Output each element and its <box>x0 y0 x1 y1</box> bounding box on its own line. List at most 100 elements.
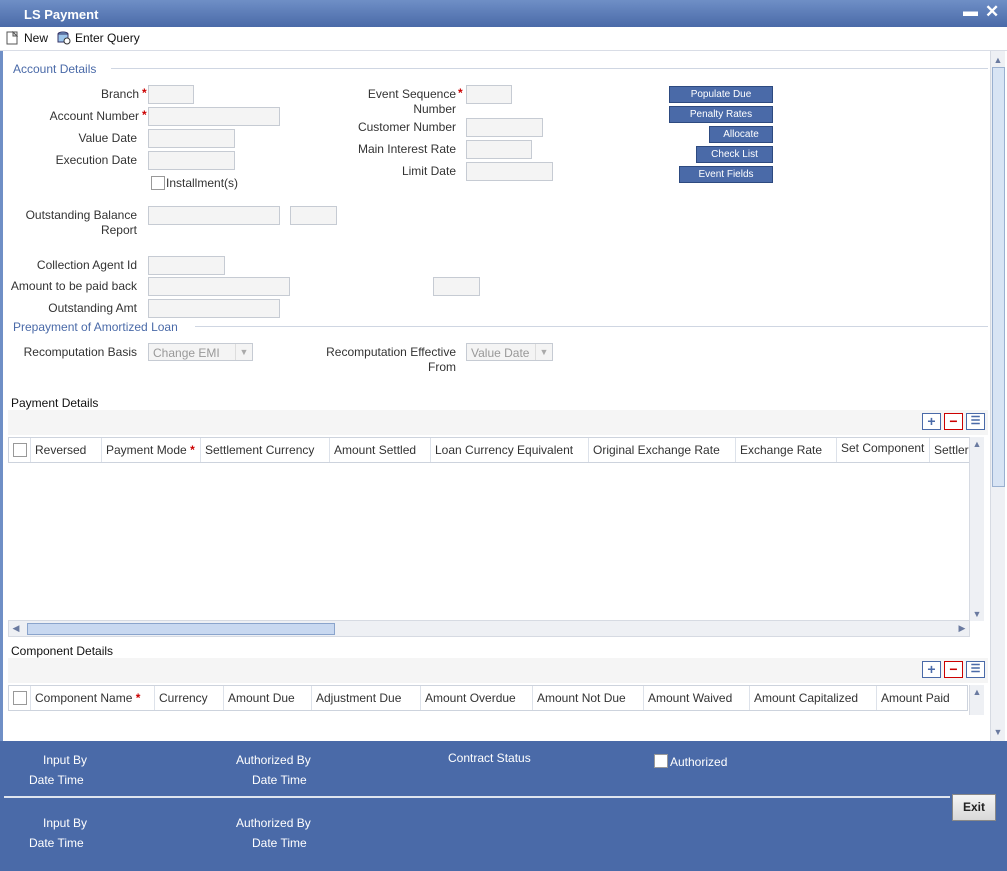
column-header[interactable]: Settler <box>930 438 972 462</box>
effective-from-label-2: From <box>428 360 456 374</box>
date-time-label: Date Time <box>252 773 307 787</box>
scroll-down-icon[interactable]: ▼ <box>991 725 1005 739</box>
required-mark: * <box>458 86 463 100</box>
main-interest-rate-label: Main Interest Rate <box>357 142 456 156</box>
scroll-up-icon[interactable]: ▲ <box>991 53 1005 67</box>
event-fields-button[interactable]: Event Fields <box>679 166 773 183</box>
allocate-button[interactable]: Allocate <box>709 126 773 143</box>
amount-paid-back-ccy-field[interactable] <box>433 277 480 296</box>
close-icon[interactable]: ✕ <box>985 2 999 22</box>
new-button[interactable]: New <box>24 31 48 45</box>
column-header[interactable]: Component Name * <box>31 686 155 710</box>
scroll-up-icon[interactable]: ▲ <box>970 437 984 451</box>
scroll-left-icon[interactable]: ◀ <box>9 621 23 635</box>
scroll-thumb[interactable] <box>992 67 1005 487</box>
plus-icon[interactable]: + <box>922 661 941 678</box>
scroll-thumb[interactable] <box>27 623 335 635</box>
column-header[interactable]: Reversed <box>31 438 102 462</box>
prepayment-title: Prepayment of Amortized Loan <box>13 320 178 334</box>
effective-from-select[interactable]: Value Date ▼ <box>466 343 553 361</box>
value-date-label: Value Date <box>78 131 137 145</box>
customer-number-field[interactable] <box>466 118 543 137</box>
outstanding-balance-ccy-field[interactable] <box>290 206 337 225</box>
authorized-by-label: Authorized By <box>236 816 311 830</box>
check-list-button[interactable]: Check List <box>696 146 773 163</box>
main-form: Account Details Branch * Account Number … <box>0 51 1007 741</box>
chevron-down-icon: ▼ <box>235 344 252 360</box>
outstanding-amt-field[interactable] <box>148 299 280 318</box>
date-time-label: Date Time <box>29 836 84 850</box>
scroll-up-icon[interactable]: ▲ <box>970 685 984 699</box>
list-view-icon[interactable]: ☰ <box>966 413 985 430</box>
minimize-icon[interactable]: ▬ <box>963 3 978 20</box>
collection-agent-label: Collection Agent Id <box>36 258 137 272</box>
column-header[interactable]: Original Exchange Rate <box>589 438 736 462</box>
limit-date-label: Limit Date <box>401 164 456 178</box>
select-all-checkbox[interactable] <box>13 691 27 705</box>
recomputation-basis-value: Change EMI <box>153 346 220 360</box>
minus-icon[interactable]: − <box>944 661 963 678</box>
column-header[interactable]: Amount Waived <box>644 686 750 710</box>
list-view-icon[interactable]: ☰ <box>966 661 985 678</box>
component-grid-header: Component Name * Currency Amount Due Adj… <box>8 685 968 711</box>
account-number-label: Account Number <box>49 109 139 123</box>
branch-label: Branch <box>100 87 139 101</box>
column-header[interactable]: Amount Due <box>224 686 312 710</box>
column-header[interactable]: Currency <box>155 686 224 710</box>
main-interest-rate-field[interactable] <box>466 140 532 159</box>
column-header[interactable]: Set Component <box>837 438 930 462</box>
minus-icon[interactable]: − <box>944 413 963 430</box>
window-title: LS Payment <box>24 7 99 22</box>
title-bar: LS Payment ▬ ✕ <box>0 0 1007 27</box>
exit-button[interactable]: Exit <box>952 794 996 821</box>
column-header[interactable]: Exchange Rate <box>736 438 837 462</box>
new-document-icon[interactable] <box>6 30 19 48</box>
select-all-checkbox[interactable] <box>13 443 27 457</box>
authorized-checkbox[interactable] <box>654 754 668 768</box>
column-header[interactable]: Amount Paid <box>877 686 967 710</box>
execution-date-field[interactable] <box>148 151 235 170</box>
account-details-title: Account Details <box>13 62 97 76</box>
branch-field[interactable] <box>148 85 194 104</box>
toolbar: New Enter Query <box>0 27 1007 51</box>
plus-icon[interactable]: + <box>922 413 941 430</box>
column-header[interactable]: Amount Not Due <box>533 686 644 710</box>
recomputation-basis-select[interactable]: Change EMI ▼ <box>148 343 253 361</box>
column-header[interactable]: Payment Mode * <box>102 438 201 462</box>
payment-grid-vscroll[interactable]: ▲ ▼ <box>969 437 984 621</box>
enter-query-button[interactable]: Enter Query <box>75 31 140 45</box>
amount-paid-back-field[interactable] <box>148 277 290 296</box>
required-mark: * <box>142 86 147 100</box>
column-header[interactable]: Adjustment Due <box>312 686 421 710</box>
account-number-field[interactable] <box>148 107 280 126</box>
component-grid-vscroll[interactable]: ▲ <box>969 685 984 715</box>
select-all-cell <box>9 686 31 710</box>
outstanding-balance-field[interactable] <box>148 206 280 225</box>
divider <box>195 326 988 327</box>
event-sequence-field[interactable] <box>466 85 512 104</box>
recomputation-basis-label: Recomputation Basis <box>23 345 137 359</box>
column-header[interactable]: Settlement Currency <box>201 438 330 462</box>
column-header[interactable]: Amount Overdue <box>421 686 533 710</box>
query-icon[interactable] <box>56 30 72 49</box>
value-date-field[interactable] <box>148 129 235 148</box>
component-grid-toolbar <box>8 658 988 683</box>
populate-due-button[interactable]: Populate Due <box>669 86 773 103</box>
column-header[interactable]: Amount Settled <box>330 438 431 462</box>
authorized-by-label: Authorized By <box>236 753 311 767</box>
input-by-label: Input By <box>43 753 88 767</box>
column-header[interactable]: Loan Currency Equivalent <box>431 438 589 462</box>
form-vscroll[interactable]: ▲ ▼ <box>990 51 1005 741</box>
installments-checkbox[interactable] <box>151 176 165 190</box>
scroll-down-icon[interactable]: ▼ <box>970 607 984 621</box>
limit-date-field[interactable] <box>466 162 553 181</box>
execution-date-label: Execution Date <box>55 153 137 167</box>
scroll-right-icon[interactable]: ▶ <box>955 621 969 635</box>
outstanding-balance-label-2: Report <box>100 223 137 237</box>
penalty-rates-button[interactable]: Penalty Rates <box>669 106 773 123</box>
collection-agent-field[interactable] <box>148 256 225 275</box>
payment-grid-hscroll[interactable]: ◀ ▶ <box>8 620 970 637</box>
payment-grid-header: Reversed Payment Mode * Settlement Curre… <box>8 437 973 463</box>
column-header[interactable]: Amount Capitalized <box>750 686 877 710</box>
chevron-down-icon: ▼ <box>535 344 552 360</box>
